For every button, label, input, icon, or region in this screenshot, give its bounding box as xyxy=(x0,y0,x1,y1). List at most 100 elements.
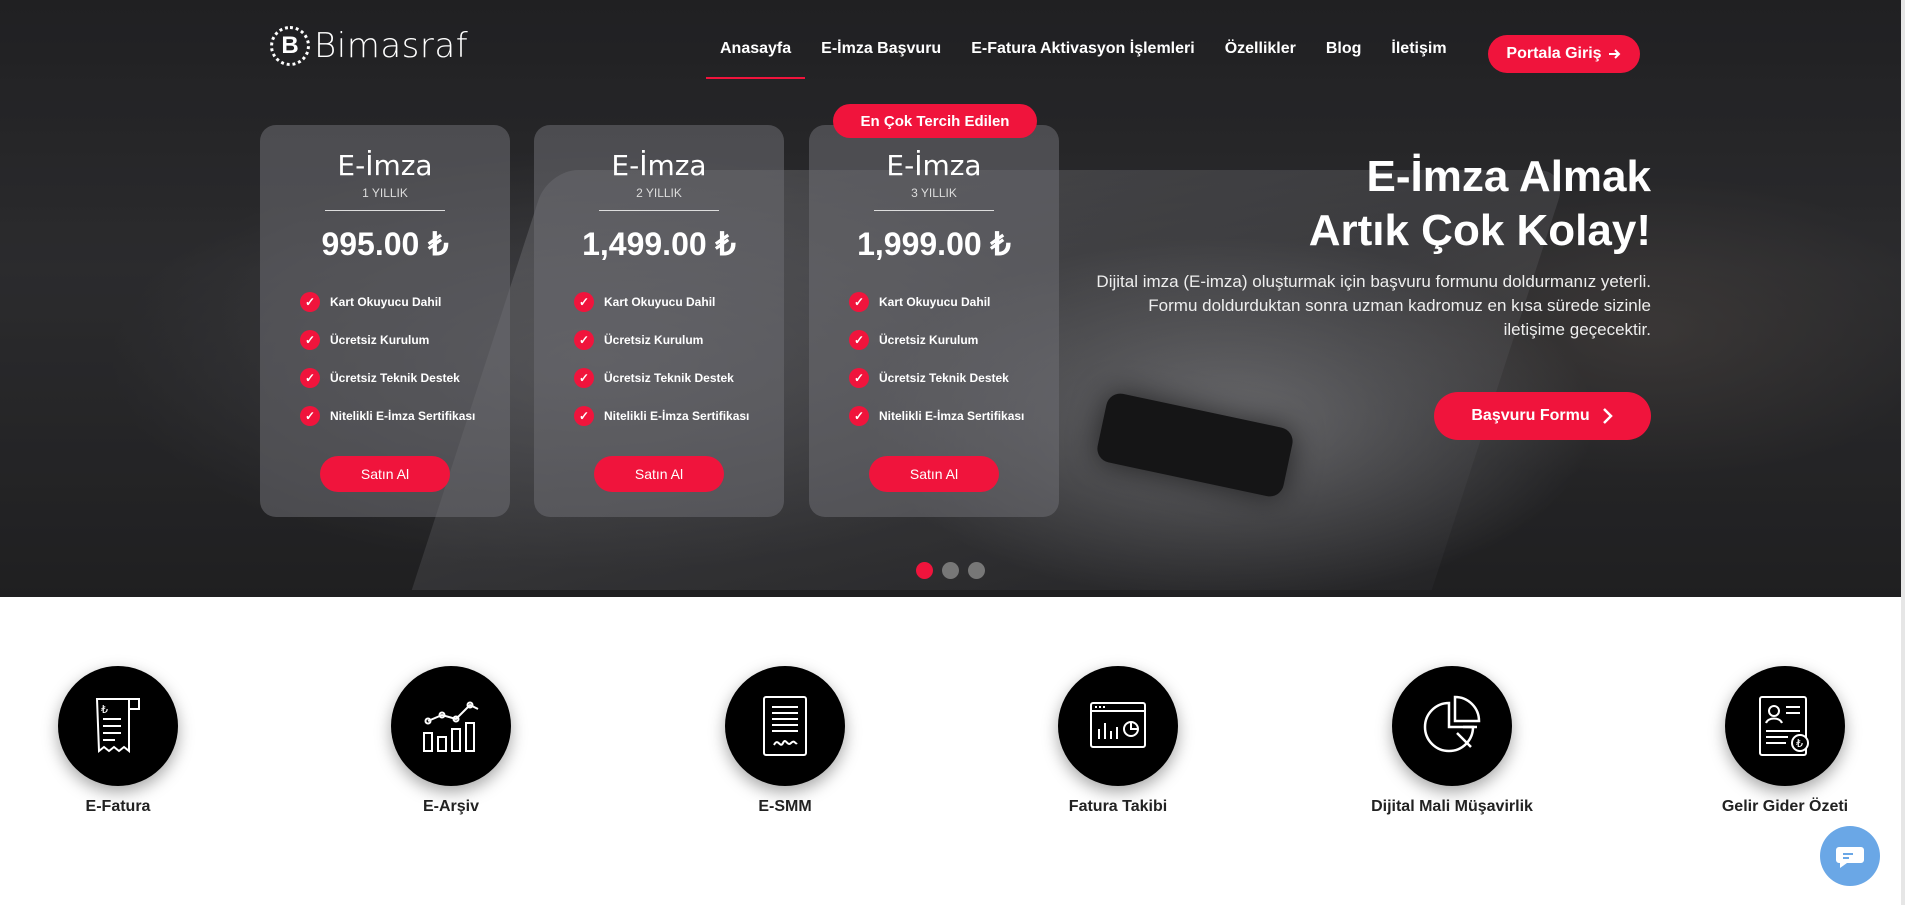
nav-item-e-invoice-activation[interactable]: E-Fatura Aktivasyon İşlemleri xyxy=(971,40,1195,58)
feature-label: Ücretsiz Teknik Destek xyxy=(330,371,460,385)
feature-label: Nitelikli E-İmza Sertifikası xyxy=(604,409,750,423)
check-icon: ✓ xyxy=(849,330,869,350)
chat-bubble-icon xyxy=(1836,847,1864,868)
check-icon: ✓ xyxy=(300,368,320,388)
feature-label: Kart Okuyucu Dahil xyxy=(604,295,716,309)
arrow-right-icon xyxy=(1608,49,1620,59)
check-icon: ✓ xyxy=(849,406,869,426)
chat-widget-button[interactable] xyxy=(1820,826,1880,886)
feature-label: Ücretsiz Kurulum xyxy=(879,333,979,347)
page-scrollbar[interactable] xyxy=(1901,0,1905,905)
service-icon-circle xyxy=(1392,666,1512,786)
pricing-card-1-year: E-İmza 1 YILLIK 995.00 ₺ ✓ Kart Okuyucu D… xyxy=(260,125,510,517)
feature-list: ✓ Kart Okuyucu Dahil ✓ Ücretsiz Kurulum ✓ Ü… xyxy=(574,283,784,435)
service-label: Dijital Mali Müşavirlik xyxy=(1371,798,1533,815)
hero-description: Dijital imza (E-imza) oluşturmak için ba… xyxy=(1096,272,1651,339)
card-price: 1,499.00 ₺ xyxy=(582,226,736,262)
service-dijital-mali-musavirlik[interactable]: Dijital Mali Müşavirlik xyxy=(1332,666,1572,816)
feature-label: Kart Okuyucu Dahil xyxy=(330,295,442,309)
most-preferred-badge: En Çok Tercih Edilen xyxy=(833,104,1037,138)
feature-item: ✓ Ücretsiz Kurulum xyxy=(300,321,510,359)
slider-pagination xyxy=(916,562,994,579)
main-nav: Anasayfa E-İmza Başvuru E-Fatura Aktivas… xyxy=(705,40,1477,79)
service-label: E-SMM xyxy=(758,798,812,815)
svg-text:₺: ₺ xyxy=(101,703,108,716)
card-divider xyxy=(599,210,719,211)
check-icon: ✓ xyxy=(574,406,594,426)
bar-chart-icon xyxy=(423,701,479,752)
logo-mark-icon: B xyxy=(270,26,310,66)
service-e-smm[interactable]: E-SMM xyxy=(665,666,905,816)
slider-dot[interactable] xyxy=(968,562,985,579)
service-label: E-Arşiv xyxy=(422,798,480,815)
feature-label: Kart Okuyucu Dahil xyxy=(879,295,991,309)
card-title: E-İmza xyxy=(886,149,982,182)
slider-dot[interactable] xyxy=(942,562,959,579)
service-label: Fatura Takibi xyxy=(1068,798,1168,815)
nav-item-contact[interactable]: İletişim xyxy=(1391,40,1446,58)
feature-label: Nitelikli E-İmza Sertifikası xyxy=(330,409,476,423)
feature-label: Ücretsiz Kurulum xyxy=(604,333,704,347)
feature-label: Nitelikli E-İmza Sertifikası xyxy=(879,409,1025,423)
feature-label: Ücretsiz Kurulum xyxy=(330,333,430,347)
hero-headline: E-İmza Almak Artık Çok Kolay! xyxy=(1309,150,1651,258)
slider-dot[interactable] xyxy=(916,562,933,579)
pricing-card-3-year: E-İmza 3 YILLIK 1,999.00 ₺ ✓ Kart Okuyucu… xyxy=(809,125,1059,517)
nav-item-blog[interactable]: Blog xyxy=(1326,40,1362,58)
check-icon: ✓ xyxy=(300,406,320,426)
card-divider xyxy=(325,210,445,211)
card-period: 2 YILLIK xyxy=(636,186,682,200)
service-icon-circle: ₺ xyxy=(1725,666,1845,786)
buy-button[interactable]: Satın Al xyxy=(869,456,999,492)
document-signature-icon xyxy=(763,696,807,756)
feature-item: ✓ Ücretsiz Teknik Destek xyxy=(574,359,784,397)
service-e-arsiv[interactable]: E-Arşiv xyxy=(331,666,571,816)
service-icon-circle xyxy=(725,666,845,786)
service-icon-circle xyxy=(391,666,511,786)
feature-item: ✓ Kart Okuyucu Dahil xyxy=(849,283,1059,321)
feature-item: ✓ Nitelikli E-İmza Sertifikası xyxy=(574,397,784,435)
profile-document-icon: ₺ xyxy=(1759,696,1809,756)
feature-label: Ücretsiz Teknik Destek xyxy=(879,371,1009,385)
hero-section: B Bimasraf Anasayfa E-İmza Başvuru E-Fat… xyxy=(0,0,1905,597)
card-title: E-İmza xyxy=(337,149,433,182)
service-label: E-Fatura xyxy=(85,798,151,815)
hero-headline-line-1: E-İmza Almak xyxy=(1366,152,1651,201)
invoice-icon: ₺ xyxy=(95,698,140,754)
check-icon: ✓ xyxy=(849,292,869,312)
brand-logo[interactable]: B Bimasraf xyxy=(270,26,468,66)
hero-headline-line-2: Artık Çok Kolay! xyxy=(1308,206,1651,255)
nav-item-features[interactable]: Özellikler xyxy=(1225,40,1296,58)
service-label: Gelir Gider Özeti xyxy=(1721,798,1849,815)
buy-button[interactable]: Satın Al xyxy=(594,456,724,492)
check-icon: ✓ xyxy=(300,292,320,312)
feature-list: ✓ Kart Okuyucu Dahil ✓ Ücretsiz Kurulum ✓ Ü… xyxy=(849,283,1059,435)
card-price: 1,999.00 ₺ xyxy=(857,226,1011,262)
pie-chart-icon xyxy=(1423,695,1481,753)
check-icon: ✓ xyxy=(574,292,594,312)
card-divider xyxy=(874,210,994,211)
card-period: 3 YILLIK xyxy=(911,186,957,200)
service-fatura-takibi[interactable]: Fatura Takibi xyxy=(998,666,1238,816)
service-gelir-gider-ozeti[interactable]: ₺ Gelir Gider Özeti xyxy=(1665,666,1905,816)
check-icon: ✓ xyxy=(574,368,594,388)
application-form-label: Başvuru Formu xyxy=(1471,407,1590,424)
nav-item-e-signature-application[interactable]: E-İmza Başvuru xyxy=(821,40,941,58)
application-form-button[interactable]: Başvuru Formu xyxy=(1434,392,1651,440)
check-icon: ✓ xyxy=(300,330,320,350)
service-e-fatura[interactable]: ₺ E-Fatura xyxy=(0,666,238,816)
check-icon: ✓ xyxy=(574,330,594,350)
feature-label: Ücretsiz Teknik Destek xyxy=(604,371,734,385)
check-icon: ✓ xyxy=(849,368,869,388)
feature-list: ✓ Kart Okuyucu Dahil ✓ Ücretsiz Kurulum ✓ Ü… xyxy=(300,283,510,435)
feature-item: ✓ Nitelikli E-İmza Sertifikası xyxy=(300,397,510,435)
feature-item: ✓ Ücretsiz Kurulum xyxy=(849,321,1059,359)
feature-item: ✓ Ücretsiz Teknik Destek xyxy=(849,359,1059,397)
nav-item-home[interactable]: Anasayfa xyxy=(705,40,806,79)
service-icon-circle xyxy=(1058,666,1178,786)
feature-item: ✓ Kart Okuyucu Dahil xyxy=(300,283,510,321)
service-icon-circle: ₺ xyxy=(58,666,178,786)
buy-button[interactable]: Satın Al xyxy=(320,456,450,492)
dashboard-icon xyxy=(1090,702,1146,748)
portal-login-button[interactable]: Portala Giriş xyxy=(1488,35,1640,73)
